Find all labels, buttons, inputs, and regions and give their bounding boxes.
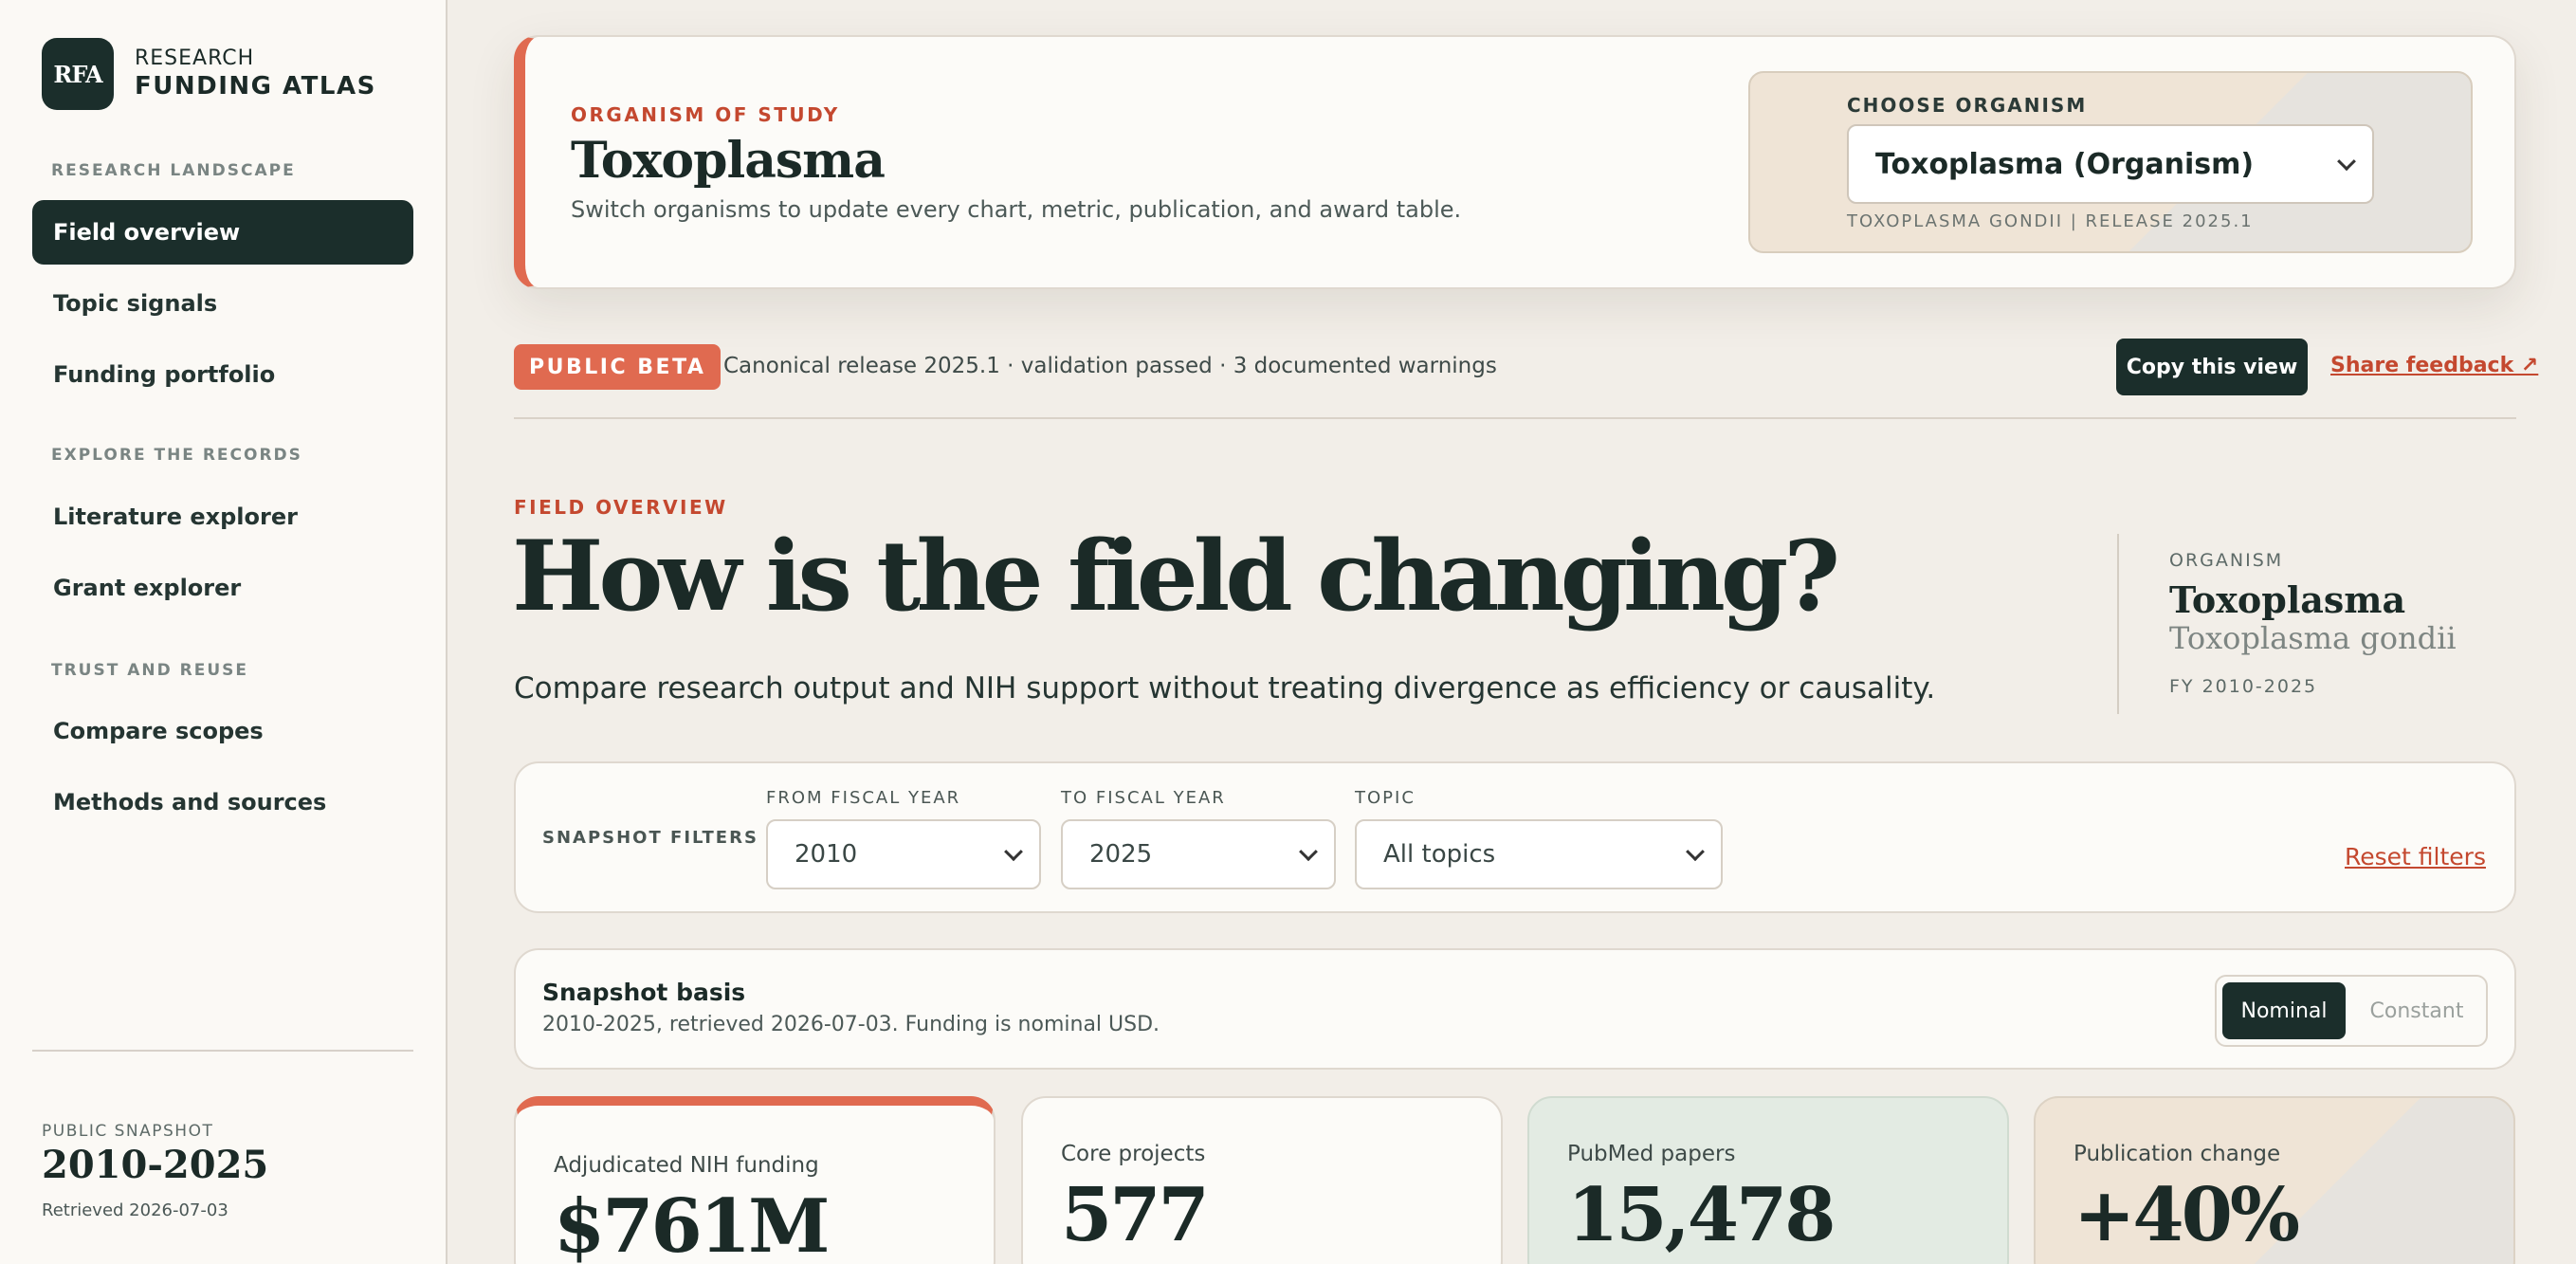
metric-value: 15,478 [1567, 1172, 1836, 1258]
nav-section-explore-records: EXPLORE THE RECORDS [51, 446, 302, 465]
hero-eyebrow: ORGANISM OF STUDY [571, 103, 840, 126]
chevron-down-icon [1686, 842, 1705, 862]
metric-value: +40% [2074, 1172, 2300, 1258]
page-title: How is the field changing? [512, 520, 1840, 633]
brand-logo: RFA [42, 38, 114, 110]
sidebar-item-field-overview[interactable]: Field overview [32, 200, 413, 265]
topic-label: TOPIC [1355, 788, 1416, 808]
organism-select-value: Toxoplasma (Organism) [1875, 147, 2255, 181]
sidebar-item-topic-signals[interactable]: Topic signals [32, 271, 413, 336]
to-year-select[interactable]: 2025 [1061, 819, 1336, 889]
sidebar-divider [32, 1050, 413, 1052]
currency-toggle: Nominal Constant [2215, 975, 2488, 1047]
reset-filters-link[interactable]: Reset filters [2345, 843, 2486, 870]
topic-value: All topics [1383, 840, 1496, 869]
brand-line1: RESEARCH [135, 46, 255, 71]
organism-select[interactable]: Toxoplasma (Organism) [1847, 124, 2374, 204]
public-beta-badge: PUBLIC BETA [514, 344, 722, 390]
metric-label: Core projects [1061, 1142, 1206, 1166]
sidebar-item-literature-explorer[interactable]: Literature explorer [32, 485, 413, 549]
chooser-label: CHOOSE ORGANISM [1847, 94, 2088, 117]
organism-species: Toxoplasma gondii [2169, 620, 2457, 656]
basis-title: Snapshot basis [542, 979, 746, 1006]
snapshot-retrieved: Retrieved 2026-07-03 [42, 1200, 228, 1220]
metric-card-funding: Adjudicated NIH funding $761M [514, 1096, 996, 1264]
metric-label: Adjudicated NIH funding [554, 1153, 819, 1178]
copy-view-button[interactable]: Copy this view [2116, 339, 2308, 395]
organism-name: Toxoplasma [2169, 578, 2406, 621]
from-year-select[interactable]: 2010 [766, 819, 1041, 889]
page-subtitle: Compare research output and NIH support … [514, 671, 1936, 705]
sidebar-item-grant-explorer[interactable]: Grant explorer [32, 556, 413, 620]
snapshot-basis-card: Snapshot basis 2010-2025, retrieved 2026… [514, 948, 2516, 1070]
share-feedback-link[interactable]: Share feedback ↗ [2330, 354, 2538, 377]
constant-toggle-button[interactable]: Constant [2355, 982, 2478, 1039]
snapshot-range: 2010-2025 [42, 1143, 269, 1187]
snapshot-label: PUBLIC SNAPSHOT [42, 1122, 214, 1141]
nominal-toggle-button[interactable]: Nominal [2222, 982, 2346, 1039]
chevron-down-icon [2337, 152, 2356, 172]
organism-hero-card: ORGANISM OF STUDY Toxoplasma Switch orga… [514, 35, 2516, 289]
topic-select[interactable]: All topics [1355, 819, 1723, 889]
metric-value: 577 [1061, 1172, 1210, 1258]
filters-title: SNAPSHOT FILTERS [542, 828, 758, 848]
organism-divider [2117, 534, 2119, 714]
metric-card-publication-change: Publication change +40% [2034, 1096, 2515, 1264]
metric-label: PubMed papers [1567, 1142, 1736, 1166]
brand-text: RESEARCH FUNDING ATLAS [135, 46, 376, 101]
snapshot-filters-card: SNAPSHOT FILTERS FROM FISCAL YEAR 2010 T… [514, 761, 2516, 913]
hero-subtitle: Switch organisms to update every chart, … [571, 196, 1462, 223]
organism-chooser: CHOOSE ORGANISM Toxoplasma (Organism) TO… [1748, 71, 2473, 253]
hero-title: Toxoplasma [571, 132, 886, 190]
release-status-text: Canonical release 2025.1 · validation pa… [723, 354, 1497, 378]
chooser-meta: TOXOPLASMA GONDII | RELEASE 2025.1 [1847, 211, 2254, 231]
sidebar-item-methods-sources[interactable]: Methods and sources [32, 770, 413, 834]
chevron-down-icon [1299, 842, 1318, 862]
metric-label: Publication change [2074, 1142, 2281, 1166]
sidebar-item-compare-scopes[interactable]: Compare scopes [32, 699, 413, 763]
from-year-value: 2010 [795, 840, 858, 869]
organism-fiscal-years: FY 2010-2025 [2169, 676, 2318, 697]
metric-card-pubmed-papers: PubMed papers 15,478 [1527, 1096, 2009, 1264]
to-year-value: 2025 [1089, 840, 1153, 869]
sidebar-item-funding-portfolio[interactable]: Funding portfolio [32, 342, 413, 407]
nav-section-research-landscape: RESEARCH LANDSCAPE [51, 161, 296, 180]
nav-section-trust-reuse: TRUST AND REUSE [51, 661, 249, 680]
beta-divider [514, 417, 2516, 419]
organism-label: ORGANISM [2169, 550, 2284, 571]
metric-value: $761M [554, 1183, 830, 1264]
metric-card-core-projects: Core projects 577 [1021, 1096, 1503, 1264]
field-overview-eyebrow: FIELD OVERVIEW [514, 496, 728, 519]
to-year-label: TO FISCAL YEAR [1061, 788, 1226, 808]
chevron-down-icon [1004, 842, 1023, 862]
sidebar: RFA RESEARCH FUNDING ATLAS RESEARCH LAND… [0, 0, 448, 1264]
basis-subtitle: 2010-2025, retrieved 2026-07-03. Funding… [542, 1013, 1160, 1036]
from-year-label: FROM FISCAL YEAR [766, 788, 961, 808]
brand-line2: FUNDING ATLAS [135, 71, 376, 101]
brand[interactable]: RFA RESEARCH FUNDING ATLAS [42, 38, 376, 110]
